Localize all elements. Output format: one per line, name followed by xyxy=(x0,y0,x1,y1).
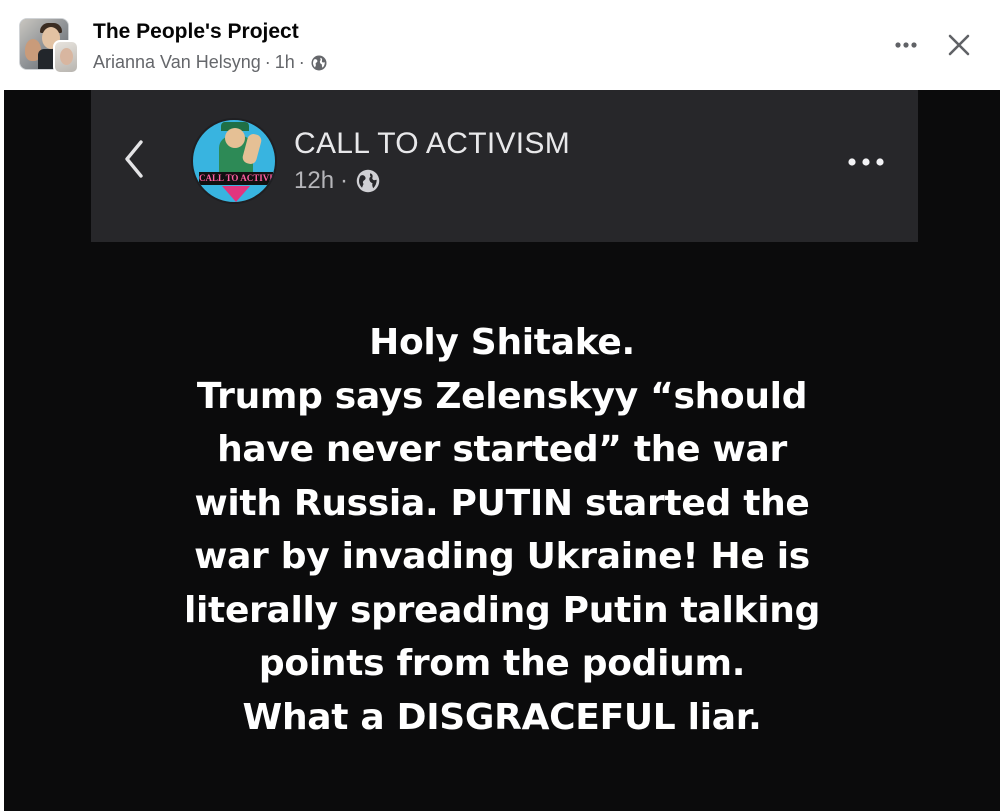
meta-separator: · xyxy=(264,52,271,72)
author-name[interactable]: Arianna Van Helsyng xyxy=(93,52,261,73)
shared-post-time[interactable]: 12h xyxy=(294,167,334,195)
close-button[interactable] xyxy=(940,26,978,64)
post-text-line: Holy Shitake. xyxy=(369,322,635,363)
post-time[interactable]: 1h xyxy=(275,52,295,73)
shared-post-meta: 12h · xyxy=(294,167,380,195)
more-horizontal-icon xyxy=(848,158,884,166)
avatar-banner-text: CALL TO ACTIVISM xyxy=(199,172,273,185)
post-text: Holy Shitake. Trump says Zelenskyy “shou… xyxy=(4,316,1000,744)
chevron-left-icon xyxy=(125,140,143,178)
meta-separator: · xyxy=(298,52,305,72)
post-text-line: have never started” the war xyxy=(217,429,787,470)
more-horizontal-icon xyxy=(895,42,917,48)
post-meta: Arianna Van Helsyng · 1h · xyxy=(93,52,327,73)
post-text-line: literally spreading Putin talking xyxy=(183,589,821,631)
page-name[interactable]: CALL TO ACTIVISM xyxy=(294,127,570,161)
post-text-line: war by invading Ukraine! He is xyxy=(194,536,810,577)
more-options-button[interactable] xyxy=(888,30,924,60)
shared-post-header: CALL TO ACTIVISM CALL TO ACTIVISM 12h · xyxy=(91,90,918,242)
post-text-line: with Russia. PUTIN started the xyxy=(194,482,810,524)
post-text-line: Trump says Zelenskyy “should xyxy=(196,375,808,417)
author-avatar[interactable] xyxy=(53,40,79,74)
group-avatar[interactable] xyxy=(19,18,79,76)
meta-separator: · xyxy=(340,167,349,194)
post-text-line: What a DISGRACEFUL liar. xyxy=(242,696,762,738)
post-image[interactable]: CALL TO ACTIVISM CALL TO ACTIVISM 12h · xyxy=(4,90,1000,811)
back-button[interactable] xyxy=(119,135,149,183)
shared-post-more-button[interactable] xyxy=(843,148,889,176)
post-text-line: points from the podium. xyxy=(258,643,746,684)
post-header: The People's Project Arianna Van Helsyng… xyxy=(0,0,1000,90)
page-avatar[interactable]: CALL TO ACTIVISM xyxy=(191,118,277,204)
group-name[interactable]: The People's Project xyxy=(93,20,299,44)
globe-icon xyxy=(311,55,327,71)
close-icon xyxy=(948,34,970,56)
globe-icon xyxy=(356,169,380,193)
